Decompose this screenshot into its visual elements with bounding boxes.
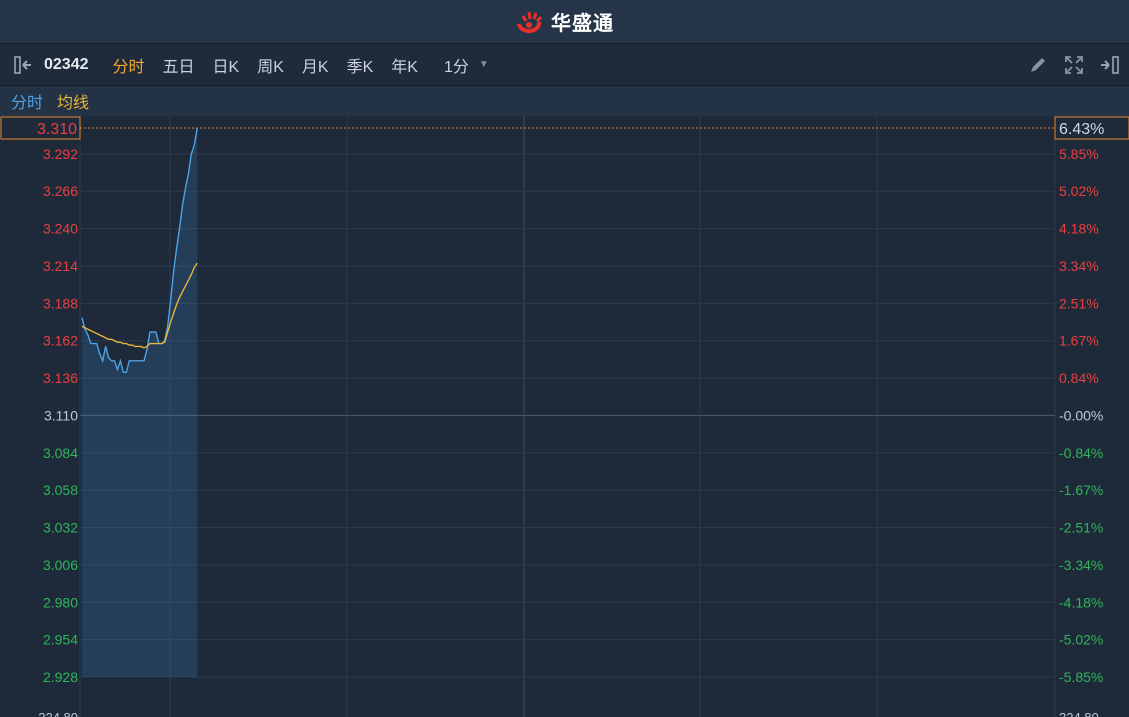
percent-tick-label: 5.02% [1059,183,1099,199]
percent-tick-label: -0.00% [1059,407,1103,423]
percent-tick-label: -3.34% [1059,557,1103,573]
legend-average: 均线 [57,95,90,112]
period-value: 1分 [443,58,469,76]
intraday-chart[interactable]: 3.292 5.85% 3.266 5.02% 3.240 4.18% 3.214 3.34%… [0,116,1129,717]
price-tick-label: 3.032 [43,520,78,536]
percent-tick-label: 3.34% [1059,258,1099,274]
volume-label-right: 224.80 [1059,710,1099,717]
toolbar: 02342 分时 五日 日K 周K 月K 季K 年K 1分 ▼ [0,44,1129,86]
fullscreen-icon[interactable] [1063,54,1085,76]
stock-code: 02342 [44,55,89,73]
percent-tick-label: 4.18% [1059,221,1099,237]
percent-tick-label: -1.67% [1059,482,1103,498]
tab-yearly-k[interactable]: 年K [391,53,418,77]
chevron-down-icon: ▼ [478,59,489,70]
period-dropdown[interactable]: 1分 ▼ [444,53,489,77]
price-tick-label: 3.162 [43,333,78,349]
price-tick-label: 2.954 [43,632,78,648]
current-price-label: 3.310 [37,121,77,138]
collapse-left-icon[interactable] [14,55,36,74]
price-tick-label: 2.980 [43,594,78,610]
tab-weekly-k[interactable]: 周K [257,53,284,77]
percent-tick-label: -2.51% [1059,520,1103,536]
pencil-icon[interactable] [1027,54,1049,76]
percent-tick-label: -5.02% [1059,632,1103,648]
tab-daily-k[interactable]: 日K [213,53,240,77]
price-tick-label: 3.084 [43,445,78,461]
price-tick-label: 3.058 [43,482,78,498]
price-tick-label: 3.188 [43,295,78,311]
price-tick-label: 3.266 [43,183,78,199]
price-tick-label: 3.110 [44,407,78,423]
percent-tick-label: 0.84% [1059,370,1099,386]
legend-price: 分时 [11,95,44,112]
tab-five-day[interactable]: 五日 [163,53,195,77]
percent-tick-label: -5.85% [1059,669,1103,685]
tab-monthly-k[interactable]: 月K [302,53,329,77]
current-percent-label: 6.43% [1059,121,1104,138]
tab-intraday[interactable]: 分时 [113,53,145,77]
app-title: 华盛通 [551,13,614,35]
percent-tick-label: -0.84% [1059,445,1103,461]
volume-label-left: 224.80 [38,710,78,717]
legend-bar: 分时 均线 [0,86,1129,116]
price-tick-label: 3.136 [43,370,78,386]
price-tick-label: 3.292 [43,146,78,162]
price-tick-label: 2.928 [43,669,78,685]
huasheng-logo-icon [517,11,543,33]
price-tick-label: 3.006 [43,557,78,573]
percent-tick-label: 5.85% [1059,146,1099,162]
percent-tick-label: 2.51% [1059,295,1099,311]
percent-tick-label: -4.18% [1059,594,1103,610]
price-tick-label: 3.214 [43,258,78,274]
title-bar: 华盛通 [0,0,1129,44]
percent-tick-label: 1.67% [1059,333,1099,349]
tab-quarterly-k[interactable]: 季K [347,53,374,77]
price-tick-label: 3.240 [43,221,78,237]
collapse-right-icon[interactable] [1099,54,1121,76]
